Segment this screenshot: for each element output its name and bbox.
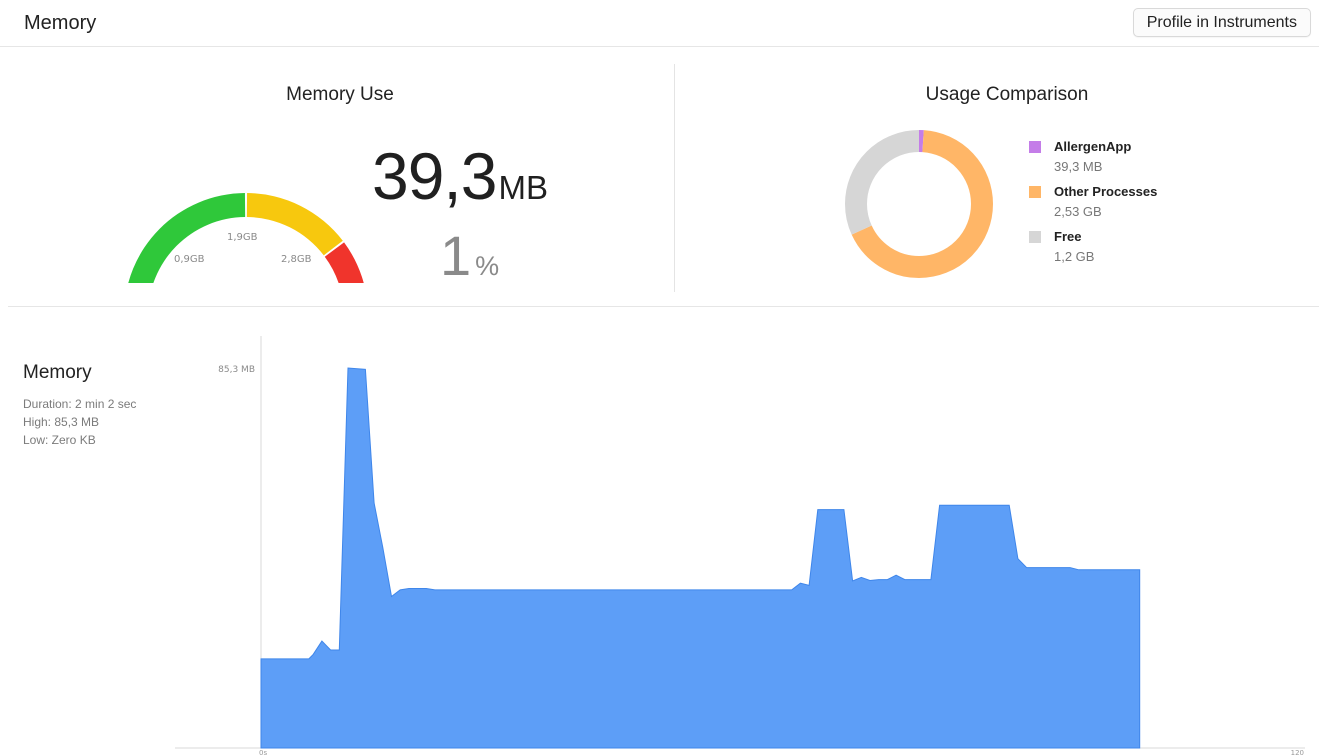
memory-area-chart: 85,3 MB 0s 120 (175, 336, 1305, 756)
x-start-tick-label: 0s (259, 749, 267, 756)
gauge-tick-label: 0,9GB (174, 254, 205, 265)
memory-gauge: 0GB0,9GB1,9GB2,8GB3,8GB (128, 193, 364, 283)
legend-swatch (1029, 231, 1041, 243)
page-title: Memory (24, 12, 97, 34)
memory-use-title: Memory Use (286, 84, 394, 105)
memory-use-value: 39,3MB (372, 138, 548, 214)
profile-in-instruments-button[interactable]: Profile in Instruments (1132, 8, 1311, 37)
memory-use-unit: MB (498, 169, 548, 206)
summary-panels: Memory Use Usage Comparison 0GB0,9GB1,9G… (0, 47, 1319, 305)
legend-value: 39,3 MB (1054, 159, 1103, 174)
usage-donut-chart (845, 130, 993, 278)
gauge-band-yellow (246, 193, 343, 256)
legend-value: 2,53 GB (1054, 204, 1102, 219)
y-max-tick-label: 85,3 MB (218, 365, 255, 375)
memory-percent-number: 1 (440, 224, 472, 287)
legend-name: AllergenApp (1054, 139, 1132, 154)
memory-use-percent: 1% (440, 223, 499, 288)
memory-area-series (260, 367, 1141, 749)
header-bar: Memory Profile in Instruments (0, 0, 1319, 47)
memory-use-number: 39,3 (372, 139, 497, 213)
usage-comparison-title: Usage Comparison (925, 84, 1089, 105)
legend-name: Free (1054, 229, 1082, 244)
memory-percent-unit: % (475, 251, 500, 281)
legend-swatch (1029, 141, 1041, 153)
legend-swatch (1029, 186, 1041, 198)
gauge-tick-label: 2,8GB (281, 254, 312, 265)
legend-name: Other Processes (1054, 184, 1158, 199)
legend-value: 1,2 GB (1054, 249, 1095, 264)
gauge-tick-label: 1,9GB (227, 232, 258, 243)
x-end-tick-label: 120 (1291, 749, 1304, 756)
